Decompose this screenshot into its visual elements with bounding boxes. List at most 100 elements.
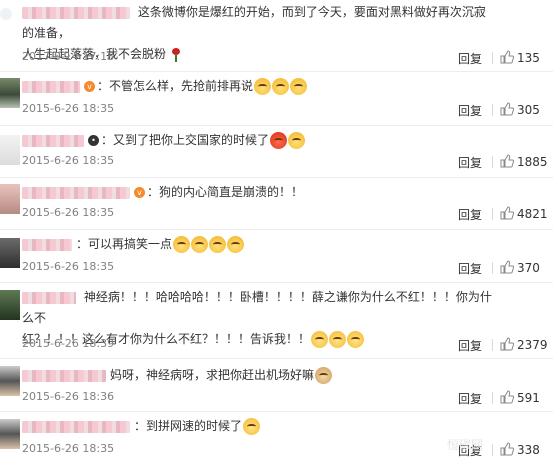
like-button[interactable]: 135 bbox=[500, 50, 540, 65]
comment-text: ：狗的内心简直是崩溃的！！ bbox=[147, 185, 304, 199]
panda-icon: • bbox=[88, 135, 99, 146]
thumbs-up-icon bbox=[500, 390, 514, 404]
avatar[interactable] bbox=[0, 135, 20, 165]
avatar[interactable] bbox=[0, 78, 20, 108]
emoji-icon bbox=[288, 132, 306, 149]
emoji-icon bbox=[209, 236, 227, 253]
thumbs-up-icon bbox=[500, 154, 514, 168]
comment-item: v ：狗的内心简直是崩溃的！！ 2015-6-26 18:35 回复 4821 bbox=[0, 178, 553, 230]
username[interactable] bbox=[22, 134, 84, 147]
comment-body: 妈呀，神经病呀，求把你赶出机场好嘛 bbox=[22, 365, 493, 386]
comment-item: ：可以再搞笑一点 2015-6-26 18:35 回复 370 bbox=[0, 230, 553, 283]
comment-item: 妈呀，神经病呀，求把你赶出机场好嘛 2015-6-26 18:36 回复 591 bbox=[0, 359, 553, 412]
like-count: 305 bbox=[517, 103, 540, 117]
avatar[interactable] bbox=[0, 8, 12, 20]
emoji-icon bbox=[270, 132, 288, 149]
watermark: 恒碳网 bbox=[446, 438, 483, 452]
username[interactable] bbox=[22, 291, 76, 304]
member-badge-icon: v bbox=[134, 187, 145, 198]
comment-body: v ：狗的内心简直是崩溃的！！ bbox=[22, 182, 493, 203]
thumbs-up-icon bbox=[500, 442, 514, 456]
comment-text: ：不管怎么样，先抢前排再说 bbox=[97, 79, 254, 93]
emoji-icon bbox=[329, 331, 347, 348]
like-count: 135 bbox=[517, 51, 540, 65]
comment-item: v ：不管怎么样，先抢前排再说 2015-6-26 18:35 回复 305 bbox=[0, 72, 553, 126]
comment-item: • ：又到了把你上交国家的时候了 2015-6-26 18:35 回复 1885 bbox=[0, 126, 553, 178]
reply-button[interactable]: 回复 bbox=[458, 50, 482, 67]
divider bbox=[492, 104, 493, 116]
divider bbox=[492, 339, 493, 351]
username[interactable] bbox=[22, 420, 130, 433]
timestamp: 2015-6-26 18:36 bbox=[22, 390, 115, 403]
avatar[interactable] bbox=[0, 290, 20, 320]
like-count: 4821 bbox=[517, 207, 548, 221]
reply-button[interactable]: 回复 bbox=[458, 102, 482, 119]
reply-button[interactable]: 回复 bbox=[458, 206, 482, 223]
like-button[interactable]: 370 bbox=[500, 260, 540, 275]
comment-text: 神经病！！！哈哈哈哈！！！卧槽！！！！薛之谦你为什么不红！！！你为什么不 bbox=[22, 290, 492, 325]
username[interactable] bbox=[22, 6, 130, 19]
comment-text: 妈呀，神经病呀，求把你赶出机场好嘛 bbox=[110, 368, 315, 382]
divider bbox=[492, 208, 493, 220]
like-button[interactable]: 2379 bbox=[500, 337, 548, 352]
avatar[interactable] bbox=[0, 238, 20, 268]
reply-button[interactable]: 回复 bbox=[458, 260, 482, 277]
emoji-icon bbox=[311, 331, 329, 348]
like-count: 2379 bbox=[517, 338, 548, 352]
emoji-icon bbox=[290, 78, 308, 95]
timestamp: 2015-6-26 18:39 bbox=[22, 337, 115, 350]
timestamp: 2015-6-26 18:35 bbox=[22, 206, 115, 219]
username[interactable] bbox=[22, 369, 106, 382]
emoji-icon bbox=[272, 78, 290, 95]
cat-emoji-icon bbox=[315, 367, 333, 384]
emoji-icon bbox=[243, 418, 261, 435]
like-button[interactable]: 4821 bbox=[500, 206, 548, 221]
comment-text: ：又到了把你上交国家的时候了 bbox=[101, 133, 270, 147]
username[interactable] bbox=[22, 80, 80, 93]
comment-body: ：到拼网速的时候了 bbox=[22, 416, 493, 437]
like-count: 370 bbox=[517, 261, 540, 275]
timestamp: 2015-6-26 18:35 bbox=[22, 154, 115, 167]
like-count: 1885 bbox=[517, 155, 548, 169]
thumbs-up-icon bbox=[500, 206, 514, 220]
rose-icon bbox=[170, 47, 182, 62]
reply-button[interactable]: 回复 bbox=[458, 390, 482, 407]
divider bbox=[492, 52, 493, 64]
avatar[interactable] bbox=[0, 419, 20, 449]
comment-body: ：可以再搞笑一点 bbox=[22, 234, 493, 255]
comment-body: • ：又到了把你上交国家的时候了 bbox=[22, 130, 493, 151]
comment-item: 这条微博你是爆红的开始，而到了今天，要面对黑料做好再次沉寂的准备， 人生起起落落… bbox=[0, 0, 553, 72]
reply-button[interactable]: 回复 bbox=[458, 337, 482, 354]
username[interactable] bbox=[22, 238, 72, 251]
thumbs-up-icon bbox=[500, 102, 514, 116]
comment-item: 神经病！！！哈哈哈哈！！！卧槽！！！！薛之谦你为什么不红！！！你为什么不 红？！… bbox=[0, 283, 553, 359]
username[interactable] bbox=[22, 186, 130, 199]
avatar[interactable] bbox=[0, 184, 20, 214]
like-button[interactable]: 338 bbox=[500, 442, 540, 457]
like-count: 591 bbox=[517, 391, 540, 405]
like-button[interactable]: 591 bbox=[500, 390, 540, 405]
timestamp: 2017-9-14 17:18 bbox=[22, 50, 115, 63]
divider bbox=[492, 444, 493, 456]
divider bbox=[492, 392, 493, 404]
member-badge-icon: v bbox=[84, 81, 95, 92]
reply-button[interactable]: 回复 bbox=[458, 154, 482, 171]
timestamp: 2015-6-26 18:35 bbox=[22, 442, 115, 455]
like-count: 338 bbox=[517, 443, 540, 457]
comment-body: v ：不管怎么样，先抢前排再说 bbox=[22, 76, 493, 97]
emoji-icon bbox=[347, 331, 365, 348]
divider bbox=[492, 262, 493, 274]
comment-list: 这条微博你是爆红的开始，而到了今天，要面对黑料做好再次沉寂的准备， 人生起起落落… bbox=[0, 0, 553, 463]
comment-text: ：可以再搞笑一点 bbox=[76, 237, 173, 251]
like-button[interactable]: 1885 bbox=[500, 154, 548, 169]
emoji-icon bbox=[173, 236, 191, 253]
comment-text: ：到拼网速的时候了 bbox=[134, 419, 243, 433]
emoji-icon bbox=[191, 236, 209, 253]
emoji-icon bbox=[227, 236, 245, 253]
timestamp: 2015-6-26 18:35 bbox=[22, 260, 115, 273]
avatar[interactable] bbox=[0, 366, 20, 396]
emoji-icon bbox=[254, 78, 272, 95]
like-button[interactable]: 305 bbox=[500, 102, 540, 117]
thumbs-up-icon bbox=[500, 50, 514, 64]
thumbs-up-icon bbox=[500, 337, 514, 351]
